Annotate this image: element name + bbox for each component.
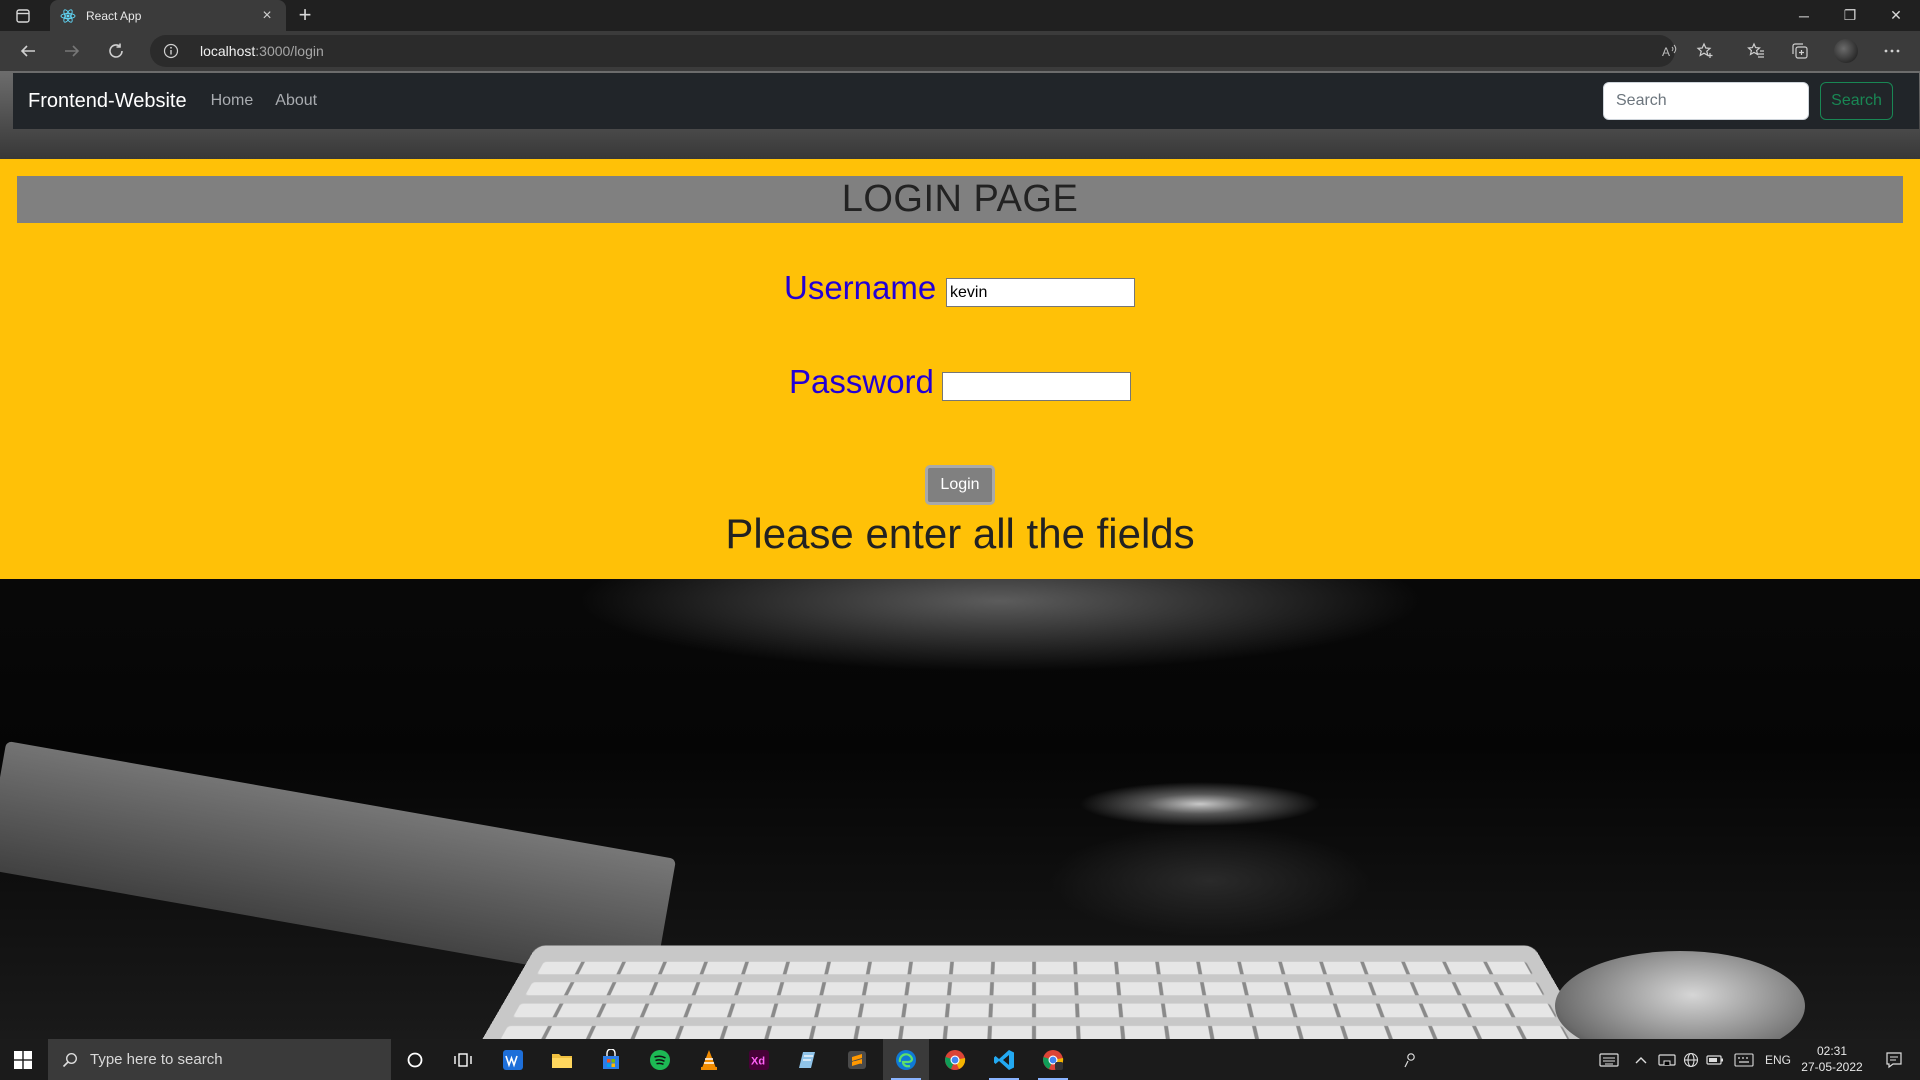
clock-date: 27-05-2022 bbox=[1801, 1060, 1863, 1074]
forward-button[interactable] bbox=[57, 36, 87, 66]
svg-text:A: A bbox=[1662, 45, 1670, 59]
browser-toolbar: localhost :3000/login A bbox=[0, 31, 1920, 71]
search-icon bbox=[62, 1052, 78, 1067]
collections-icon[interactable] bbox=[1785, 36, 1815, 66]
taskbar-search-placeholder: Type here to search bbox=[90, 1051, 223, 1068]
spotify-icon[interactable] bbox=[637, 1039, 683, 1080]
more-menu-icon[interactable] bbox=[1877, 36, 1907, 66]
restore-button[interactable]: ❐ bbox=[1827, 0, 1873, 31]
notification-center-icon[interactable] bbox=[1874, 1039, 1914, 1080]
file-explorer-icon[interactable] bbox=[539, 1039, 585, 1080]
notepad-icon[interactable] bbox=[785, 1039, 831, 1080]
forward-arrow-icon bbox=[65, 45, 80, 57]
touch-keyboard-icon[interactable] bbox=[1730, 1039, 1758, 1080]
login-header: LOGIN PAGE bbox=[17, 176, 1903, 223]
minimize-button[interactable]: ─ bbox=[1781, 0, 1827, 31]
password-label: Password : bbox=[789, 363, 953, 400]
navbar-brand[interactable]: Frontend-Website bbox=[28, 90, 187, 113]
password-input[interactable] bbox=[942, 372, 1131, 401]
chrome-icon[interactable] bbox=[932, 1039, 978, 1080]
browser-tabstrip: React App × + ─ ❐ ✕ bbox=[0, 0, 1920, 31]
address-bar[interactable]: localhost :3000/login bbox=[150, 35, 1675, 67]
nav-link-home[interactable]: Home bbox=[211, 92, 254, 110]
svg-text:Xd: Xd bbox=[751, 1055, 765, 1067]
validation-message: Please enter all the fields bbox=[725, 510, 1195, 557]
react-icon bbox=[60, 8, 76, 24]
read-aloud-icon[interactable]: A bbox=[1654, 36, 1684, 66]
language-indicator[interactable]: ENG bbox=[1762, 1039, 1794, 1080]
edge-icon[interactable] bbox=[883, 1039, 929, 1080]
taskbar-search-box[interactable]: Type here to search bbox=[48, 1039, 391, 1080]
background-mouse bbox=[1555, 951, 1805, 1039]
vlc-icon[interactable] bbox=[686, 1039, 732, 1080]
background-keyboard bbox=[433, 945, 1637, 1039]
keyboard-layout-tray-icon[interactable] bbox=[1594, 1039, 1624, 1080]
adobe-xd-icon[interactable]: Xd bbox=[736, 1039, 782, 1080]
tab-actions-button[interactable] bbox=[0, 0, 46, 31]
reload-icon bbox=[109, 43, 123, 58]
back-button[interactable] bbox=[13, 36, 43, 66]
windows-taskbar: Type here to search Xd ENG 02:31 27-05-2… bbox=[0, 1039, 1920, 1080]
start-button[interactable] bbox=[0, 1039, 46, 1080]
battery-icon[interactable] bbox=[1704, 1039, 1726, 1080]
top-navbar: Frontend-Website Home About Search bbox=[13, 73, 1919, 129]
vscode-icon[interactable] bbox=[981, 1039, 1027, 1080]
writer-app-icon[interactable] bbox=[490, 1039, 536, 1080]
reload-button[interactable] bbox=[101, 36, 131, 66]
profile-avatar[interactable] bbox=[1834, 39, 1858, 63]
back-arrow-icon bbox=[20, 45, 35, 57]
nav-link-about[interactable]: About bbox=[275, 92, 317, 110]
task-view-icon[interactable] bbox=[440, 1039, 486, 1080]
tab-title: React App bbox=[86, 8, 142, 23]
show-hidden-icons-chevron-icon[interactable] bbox=[1630, 1039, 1652, 1080]
sublime-text-icon[interactable] bbox=[834, 1039, 880, 1080]
page-viewport: Frontend-Website Home About Search LOGIN… bbox=[0, 71, 1920, 1039]
add-favorite-icon[interactable] bbox=[1690, 36, 1720, 66]
site-info-icon[interactable] bbox=[160, 40, 182, 62]
onedrive-tray-icon[interactable] bbox=[1656, 1039, 1678, 1080]
new-tab-button[interactable]: + bbox=[292, 3, 318, 29]
people-tray-icon[interactable] bbox=[1395, 1039, 1425, 1080]
tab-close-icon[interactable]: × bbox=[258, 7, 276, 25]
username-input[interactable] bbox=[946, 278, 1135, 307]
browser-tab[interactable]: React App × bbox=[50, 0, 286, 31]
close-window-button[interactable]: ✕ bbox=[1873, 0, 1919, 31]
login-button[interactable]: Login bbox=[925, 465, 995, 505]
clock-time: 02:31 bbox=[1816, 1044, 1848, 1058]
favorites-icon[interactable] bbox=[1741, 36, 1771, 66]
username-label: Username : bbox=[784, 269, 955, 306]
address-host: localhost bbox=[200, 43, 256, 59]
store-icon[interactable] bbox=[588, 1039, 634, 1080]
login-panel: LOGIN PAGE Username : Password : Login P… bbox=[0, 159, 1920, 579]
network-globe-icon[interactable] bbox=[1680, 1039, 1702, 1080]
chrome-dev-icon[interactable] bbox=[1030, 1039, 1076, 1080]
navbar-search-input[interactable] bbox=[1603, 82, 1809, 120]
tab-actions-icon bbox=[16, 8, 30, 23]
taskbar-clock[interactable]: 02:31 27-05-2022 bbox=[1796, 1043, 1868, 1075]
page-title: LOGIN PAGE bbox=[841, 178, 1079, 220]
cortana-icon[interactable] bbox=[392, 1039, 438, 1080]
address-path: :3000/login bbox=[255, 43, 324, 59]
windows-logo-icon bbox=[14, 1050, 32, 1069]
navbar-search-button[interactable]: Search bbox=[1820, 82, 1893, 120]
